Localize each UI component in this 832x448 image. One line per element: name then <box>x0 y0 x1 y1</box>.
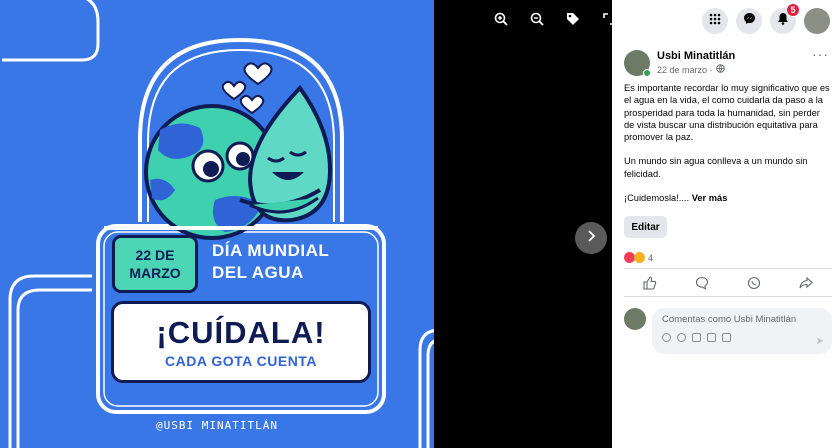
divider-top <box>624 268 832 269</box>
zoom-in-icon[interactable] <box>490 8 512 30</box>
notifications-button[interactable]: 5 <box>770 3 800 34</box>
poster-handle: @USBI MINATITLÁN <box>156 419 278 432</box>
author-avatar[interactable] <box>624 50 651 77</box>
comment-input[interactable]: Comentas como Usbi Minatitlán ➤ <box>652 308 832 354</box>
post-paragraph-3-text: ¡Cuidemosla!.... <box>624 193 690 204</box>
online-status-dot <box>643 69 651 77</box>
divider-bottom <box>624 296 832 297</box>
post-body: Es importante recordar lo muy significat… <box>624 82 830 216</box>
avatar-sticker-icon[interactable] <box>662 333 671 342</box>
gif-icon[interactable] <box>707 333 716 342</box>
event-title: DÍA MUNDIAL DEL AGUA <box>212 240 329 284</box>
send-icon[interactable]: ➤ <box>816 336 824 347</box>
whatsapp-share-button[interactable] <box>743 275 765 295</box>
headline-box: ¡CUÍDALA! CADA GOTA CUENTA <box>111 301 371 383</box>
thumbs-up-icon <box>643 275 657 295</box>
notification-badge: 5 <box>786 3 800 17</box>
post-header: Usbi Minatitlán 22 de marzo · ··· <box>624 47 829 77</box>
like-button[interactable] <box>639 275 661 295</box>
headline: ¡CUÍDALA! <box>156 315 326 350</box>
date-badge: 22 DE MARZO <box>112 235 198 293</box>
viewer-toolbar <box>490 8 620 30</box>
chevron-right-icon <box>586 229 596 247</box>
date-line2: MARZO <box>129 265 181 281</box>
messenger-icon <box>743 12 756 30</box>
sticker-icon[interactable] <box>722 333 731 342</box>
top-navigation: 5 <box>702 3 830 34</box>
post-paragraph-2: Un mundo sin agua conlleva a un mundo si… <box>624 156 808 179</box>
globe-icon <box>715 64 725 75</box>
event-title-line1: DÍA MUNDIAL <box>212 241 330 260</box>
whatsapp-icon <box>747 276 761 295</box>
post-details-panel: 5 Usbi Minatitlán 22 de marzo · ··· Es i… <box>612 0 832 448</box>
post-paragraph-1: Es importante recordar lo muy significat… <box>624 83 830 143</box>
more-options-icon[interactable]: ··· <box>812 47 829 61</box>
see-more-link[interactable]: Ver más <box>692 193 728 203</box>
grid-menu-icon <box>709 12 721 30</box>
post-actions <box>624 275 832 295</box>
post-paragraph-3: ¡Cuidemosla!.... Ver más <box>624 192 830 204</box>
reactions-summary[interactable]: 4 <box>624 252 653 263</box>
camera-icon[interactable] <box>692 333 701 342</box>
menu-button[interactable] <box>702 8 728 34</box>
messenger-button[interactable] <box>736 8 762 34</box>
next-photo-button[interactable] <box>575 222 607 254</box>
post-date-text[interactable]: 22 de marzo · <box>657 65 713 75</box>
zoom-out-icon[interactable] <box>526 8 548 30</box>
share-icon <box>799 276 813 295</box>
share-button[interactable] <box>795 275 817 295</box>
subheadline: CADA GOTA CUENTA <box>165 353 317 369</box>
post-date: 22 de marzo · <box>657 64 735 75</box>
care-reaction-icon <box>634 252 645 263</box>
comment-button[interactable] <box>691 275 713 295</box>
commenter-avatar <box>624 308 646 330</box>
emoji-icon[interactable] <box>677 333 686 342</box>
post-image: 22 DE MARZO DÍA MUNDIAL DEL AGUA ¡CUÍDAL… <box>0 0 434 448</box>
tag-icon[interactable] <box>562 8 584 30</box>
photo-viewer: 22 DE MARZO DÍA MUNDIAL DEL AGUA ¡CUÍDAL… <box>0 0 615 448</box>
reaction-count: 4 <box>648 252 654 263</box>
event-title-line2: DEL AGUA <box>212 263 304 282</box>
comment-placeholder: Comentas como Usbi Minatitlán <box>662 314 797 325</box>
comment-composer: Comentas como Usbi Minatitlán ➤ <box>624 308 832 354</box>
comment-icon <box>695 276 709 295</box>
date-line1: 22 DE <box>135 247 175 263</box>
account-button[interactable] <box>804 8 830 34</box>
author-name[interactable]: Usbi Minatitlán <box>657 50 735 62</box>
edit-button[interactable]: Editar <box>624 216 667 238</box>
comment-tools <box>662 333 822 342</box>
